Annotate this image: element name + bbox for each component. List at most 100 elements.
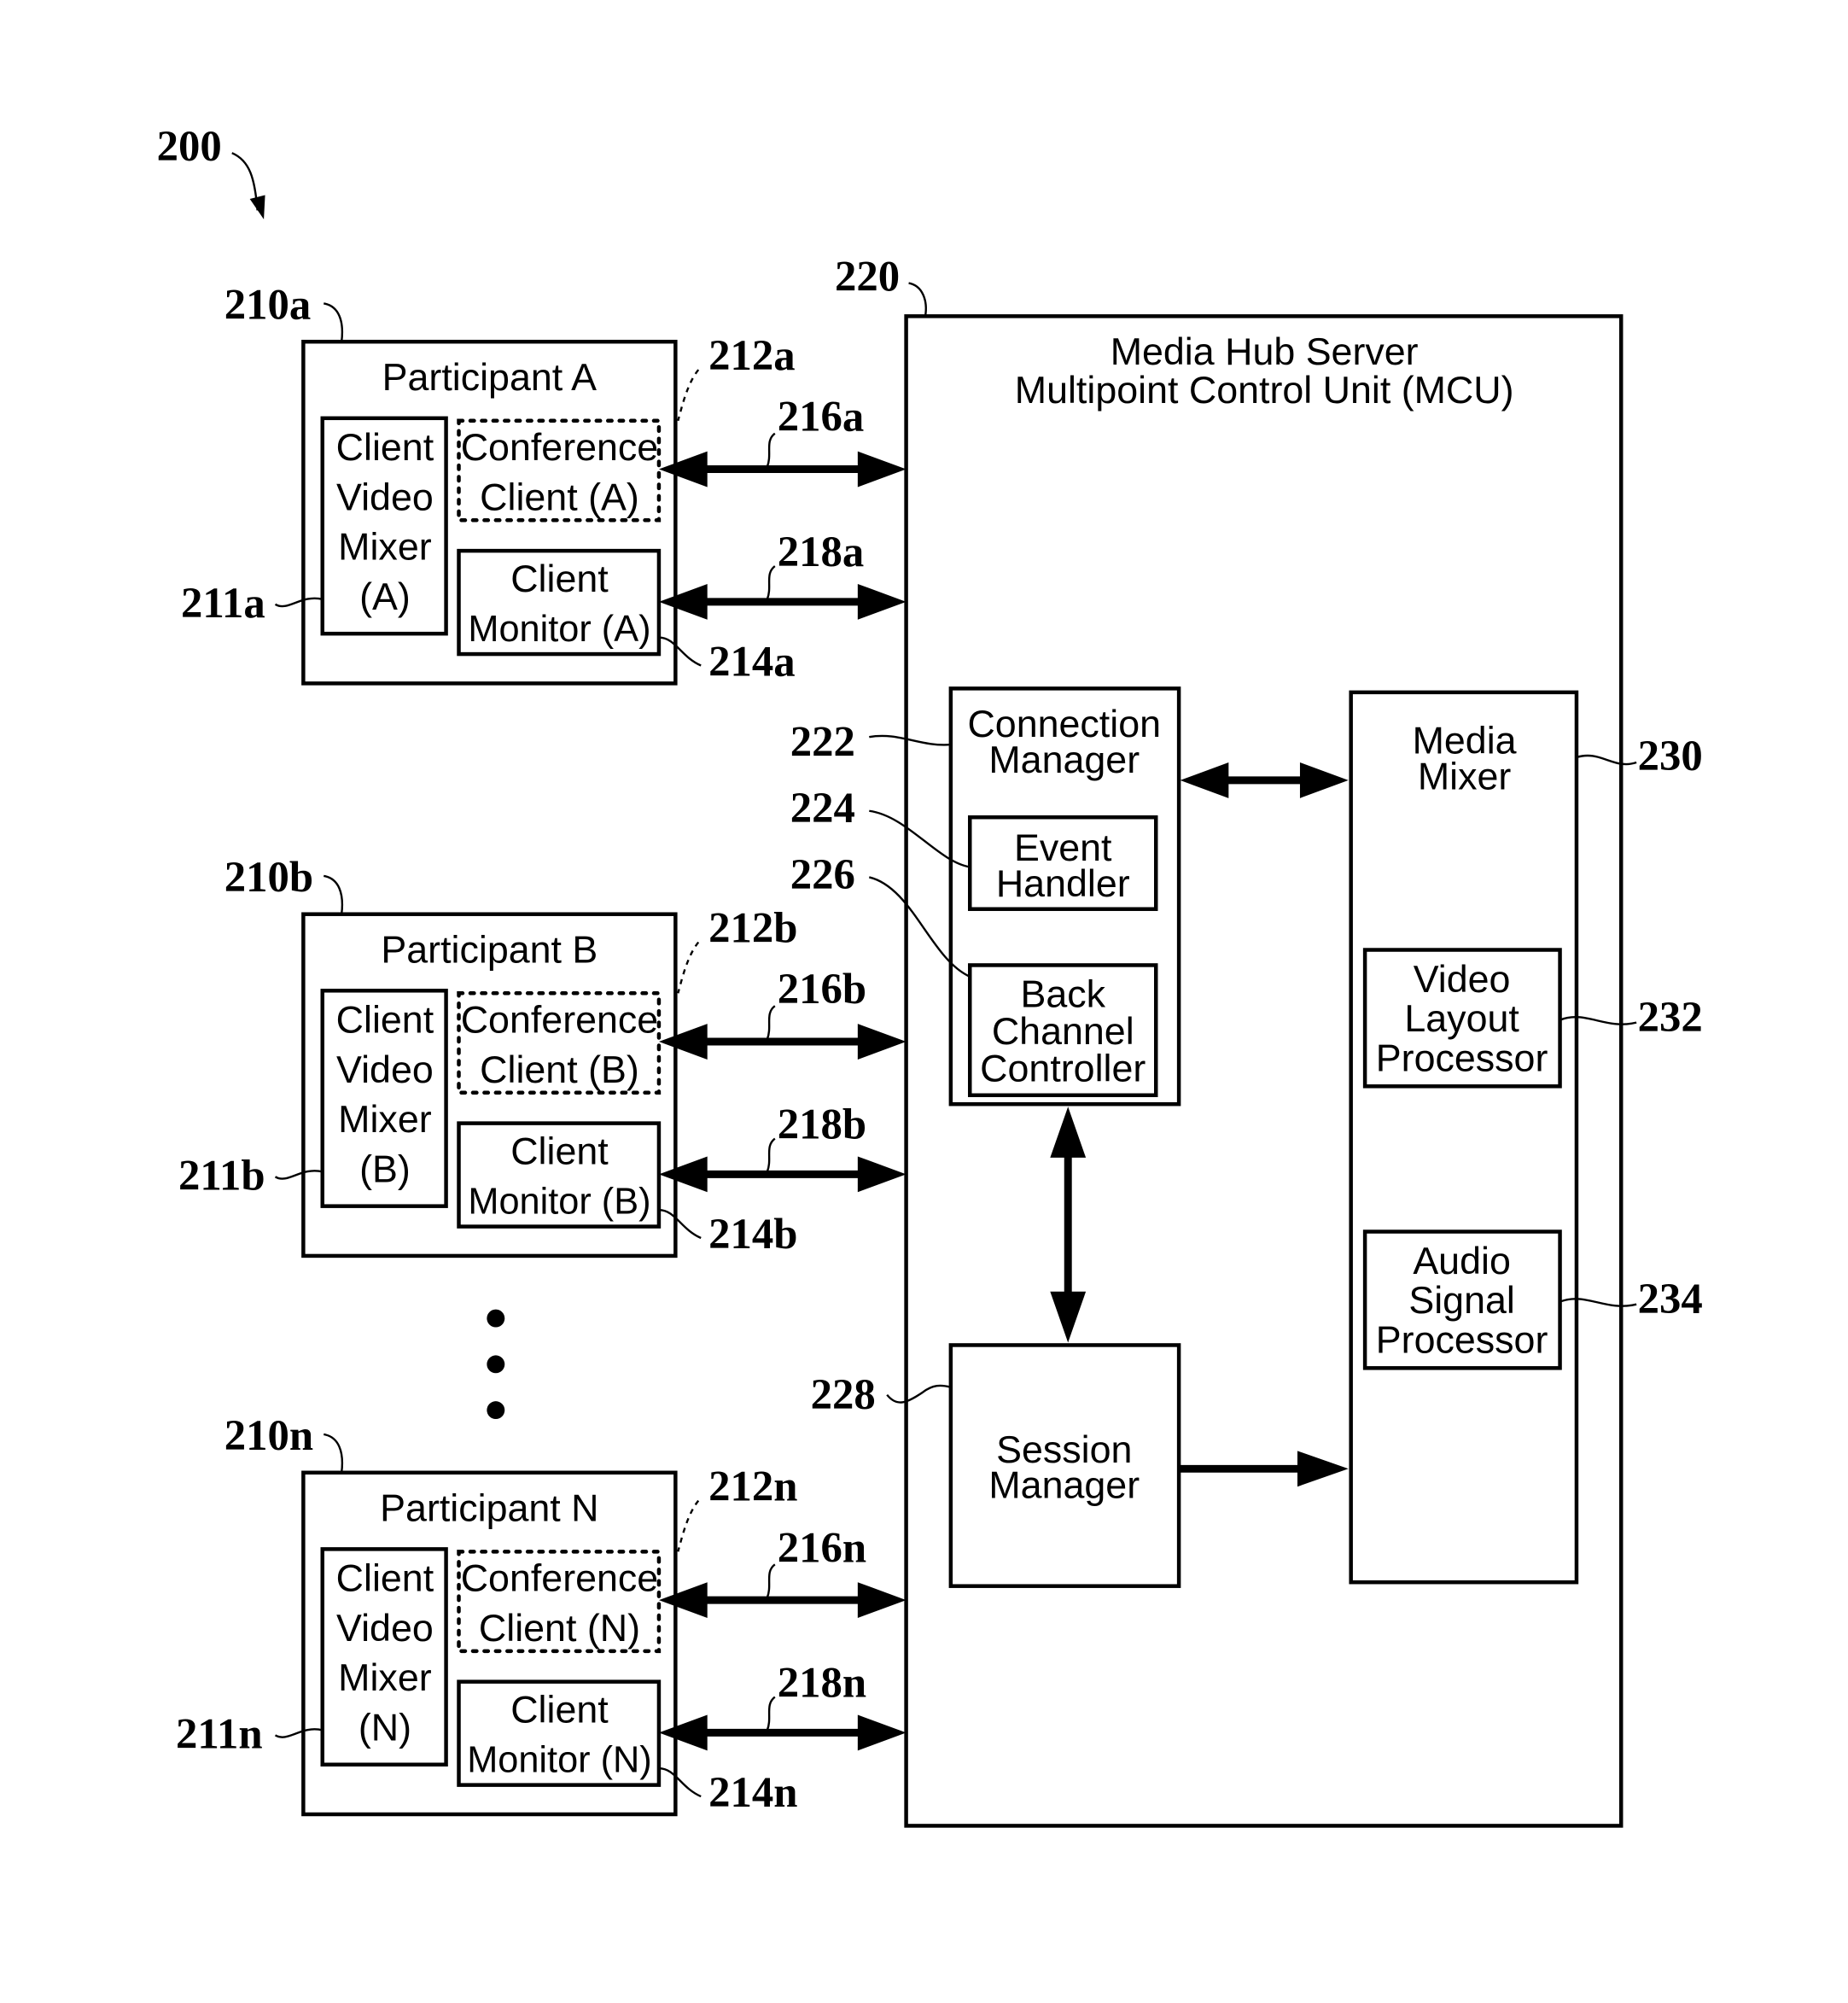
client-video-mixer-label: Mixer bbox=[338, 1098, 432, 1141]
video-layout-processor-label: Layout bbox=[1404, 997, 1519, 1040]
arrowhead-right-icon bbox=[857, 583, 907, 620]
client-video-mixer-label: (N) bbox=[359, 1706, 411, 1749]
conference-client-ref-leader bbox=[677, 941, 700, 994]
video-layout-processor-ref: 232 bbox=[1638, 993, 1703, 1041]
monitor-link-ref-leader bbox=[766, 1137, 776, 1172]
server-ref: 220 bbox=[835, 252, 900, 300]
conference-client-ref: 212n bbox=[708, 1463, 797, 1510]
participant-title: Participant A bbox=[382, 356, 598, 399]
conference-client-label: Conference bbox=[461, 426, 658, 469]
conference-link-ref-leader bbox=[766, 1005, 776, 1040]
participant-ref: 210n bbox=[224, 1411, 313, 1459]
mixer-ref: 211n bbox=[176, 1709, 263, 1757]
video-layout-processor-label: Processor bbox=[1376, 1037, 1548, 1079]
monitor-link-arrow bbox=[658, 1714, 907, 1751]
conference-link-ref-leader bbox=[766, 1563, 776, 1598]
conference-client-label: Conference bbox=[461, 999, 658, 1042]
conference-client-label: Client (A) bbox=[480, 476, 639, 518]
client-video-mixer-label: Client bbox=[336, 426, 434, 469]
event-handler-label: Handler bbox=[996, 862, 1130, 905]
mixer-ref: 211a bbox=[181, 579, 265, 627]
conference-client-ref: 212a bbox=[708, 331, 795, 379]
conference-link-ref: 216a bbox=[778, 393, 864, 441]
participant-title: Participant N bbox=[380, 1487, 598, 1530]
session-manager-label: Manager bbox=[988, 1464, 1140, 1507]
arrowhead-right-icon bbox=[857, 1714, 907, 1751]
media-hub-server: 220 Media Hub Server Multipoint Control … bbox=[790, 252, 1703, 1828]
client-monitor-ref: 214n bbox=[708, 1768, 797, 1816]
client-video-mixer-label: (A) bbox=[359, 575, 411, 618]
more-participants-ellipsis bbox=[487, 1309, 505, 1420]
monitor-link-arrow bbox=[658, 1156, 907, 1193]
conference-link-ref-leader bbox=[766, 432, 776, 467]
conference-link-ref: 216b bbox=[778, 965, 866, 1013]
arrowhead-right-icon bbox=[857, 451, 907, 488]
figure-ref-200: 200 bbox=[157, 122, 265, 219]
conference-link-arrow bbox=[658, 1582, 907, 1619]
client-video-mixer-label: Mixer bbox=[338, 1656, 432, 1699]
media-mixer-label: Mixer bbox=[1418, 755, 1512, 797]
back-channel-controller-label: Controller bbox=[980, 1047, 1146, 1089]
participant-block-b: 210b Participant B Client Video Mixer (B… bbox=[178, 853, 907, 1258]
participant-ref-leader bbox=[323, 302, 344, 342]
monitor-link-ref-leader bbox=[766, 565, 776, 600]
ellipsis-dot bbox=[487, 1355, 505, 1374]
client-video-mixer-label: (B) bbox=[359, 1147, 411, 1190]
ellipsis-dot bbox=[487, 1309, 505, 1328]
conference-client-label: Client (B) bbox=[480, 1048, 639, 1091]
server-ref-leader bbox=[908, 282, 927, 317]
conference-client-label: Client (N) bbox=[479, 1607, 640, 1650]
client-monitor-label: Client bbox=[510, 1130, 609, 1172]
participant-ref-leader bbox=[323, 874, 344, 914]
client-video-mixer-label: Client bbox=[336, 999, 434, 1042]
client-monitor-label: Monitor (A) bbox=[468, 609, 650, 650]
client-monitor-label: Client bbox=[510, 558, 609, 600]
client-video-mixer-label: Video bbox=[336, 1607, 434, 1650]
server-subtitle: Multipoint Control Unit (MCU) bbox=[1015, 369, 1514, 412]
arrowhead-right-icon bbox=[857, 1582, 907, 1619]
participant-ref-leader bbox=[323, 1433, 344, 1473]
conference-link-ref: 216n bbox=[778, 1523, 866, 1571]
arrowhead-right-icon bbox=[857, 1156, 907, 1193]
connection-manager-ref: 222 bbox=[790, 718, 855, 766]
mcu-system-diagram: 200 210a Participant A Client Video Mixe… bbox=[157, 122, 1703, 1828]
media-mixer: Media Mixer 230 Video Layout Processor 2… bbox=[1349, 690, 1703, 1585]
figure-ref-arrowhead-icon bbox=[249, 195, 265, 219]
conference-client-label: Conference bbox=[461, 1557, 658, 1600]
conference-client-ref-leader bbox=[677, 1499, 700, 1552]
audio-signal-processor-label: Signal bbox=[1408, 1279, 1514, 1322]
connection-manager-label: Manager bbox=[988, 739, 1140, 781]
arrowhead-right-icon bbox=[857, 1024, 907, 1060]
audio-signal-processor-label: Processor bbox=[1376, 1318, 1548, 1361]
monitor-link-ref: 218n bbox=[778, 1659, 866, 1707]
participant-block-a: 210a Participant A Client Video Mixer (A… bbox=[181, 280, 907, 686]
back-channel-controller-ref: 226 bbox=[790, 850, 855, 898]
client-monitor-ref: 214a bbox=[708, 637, 795, 685]
ellipsis-dot bbox=[487, 1401, 505, 1420]
client-monitor-label: Monitor (B) bbox=[468, 1182, 650, 1223]
figure-ref-label: 200 bbox=[157, 122, 222, 170]
server-title: Media Hub Server bbox=[1111, 330, 1419, 373]
audio-signal-processor-ref: 234 bbox=[1638, 1275, 1703, 1323]
client-monitor-label: Client bbox=[510, 1688, 609, 1731]
event-handler-ref: 224 bbox=[790, 784, 855, 832]
monitor-link-ref: 218a bbox=[778, 528, 864, 575]
client-monitor-ref: 214b bbox=[708, 1210, 797, 1258]
media-mixer-box bbox=[1349, 690, 1579, 1585]
participant-ref: 210a bbox=[224, 280, 311, 328]
monitor-link-arrow bbox=[658, 583, 907, 620]
monitor-link-ref: 218b bbox=[778, 1101, 866, 1148]
audio-signal-processor-label: Audio bbox=[1413, 1240, 1511, 1282]
client-video-mixer-label: Client bbox=[336, 1557, 434, 1600]
client-video-mixer-label: Video bbox=[336, 1048, 434, 1091]
conference-client-ref-leader bbox=[677, 369, 700, 422]
client-video-mixer-label: Video bbox=[336, 476, 434, 518]
session-manager-ref: 228 bbox=[811, 1370, 876, 1418]
mixer-ref: 211b bbox=[178, 1151, 265, 1199]
participant-title: Participant B bbox=[381, 928, 598, 971]
video-layout-processor-label: Video bbox=[1414, 958, 1511, 1001]
monitor-link-ref-leader bbox=[766, 1696, 776, 1731]
conference-link-arrow bbox=[658, 451, 907, 488]
participant-ref: 210b bbox=[224, 853, 313, 901]
conference-link-arrow bbox=[658, 1024, 907, 1060]
